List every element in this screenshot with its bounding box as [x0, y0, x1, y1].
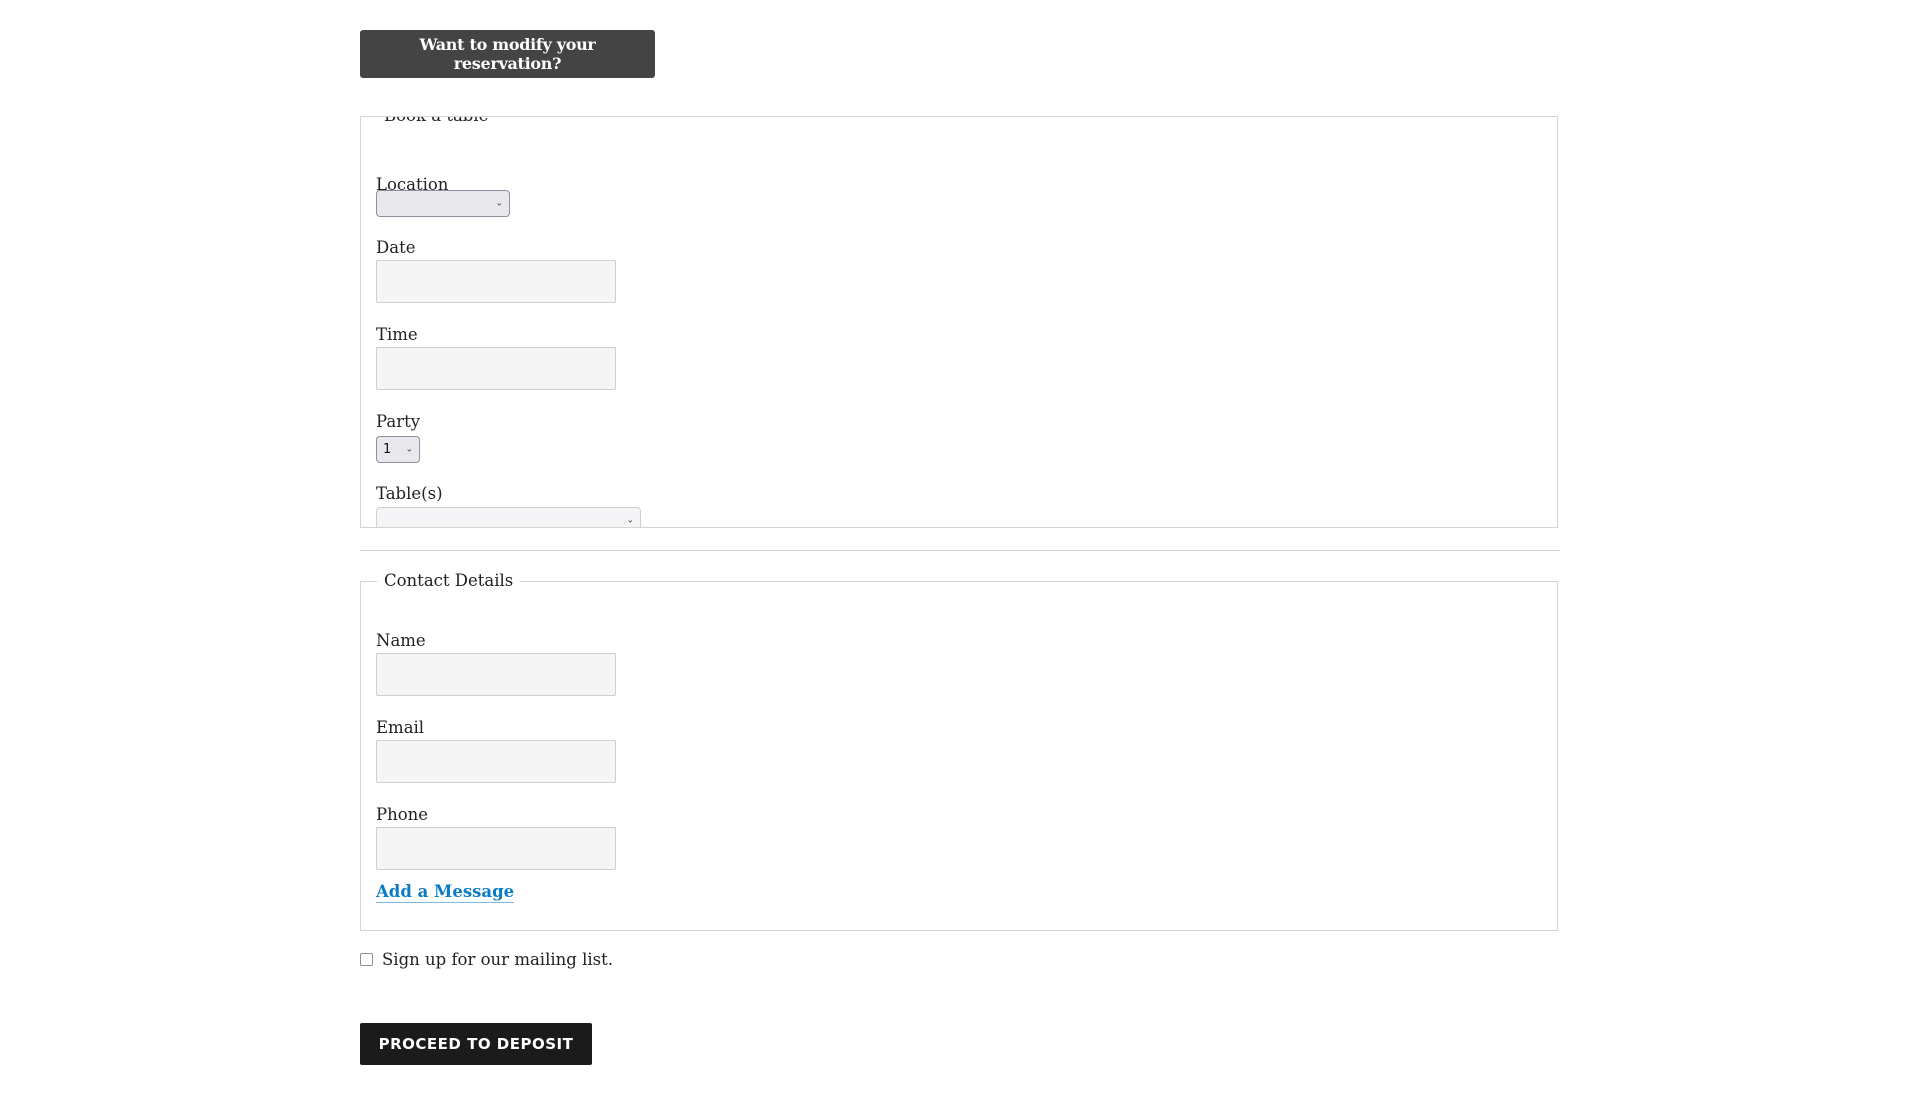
contact-details-legend: Contact Details [377, 570, 521, 592]
mailing-list-label: Sign up for our mailing list. [382, 950, 613, 969]
location-select[interactable]: ⌄ [376, 190, 510, 217]
contact-details-fieldset: Contact Details Name Email Phone Add a M… [360, 570, 1558, 931]
section-divider [360, 550, 1560, 551]
phone-label: Phone [376, 805, 429, 824]
time-label: Time [376, 325, 418, 344]
mailing-list-checkbox[interactable] [360, 953, 373, 966]
email-label: Email [376, 718, 425, 737]
party-label: Party [376, 412, 421, 431]
email-input[interactable] [376, 740, 616, 783]
name-label: Name [376, 631, 426, 650]
book-a-table-legend: Book a table [377, 117, 496, 127]
chevron-down-icon: ⌄ [495, 198, 503, 208]
chevron-down-icon: ⌄ [405, 444, 413, 454]
party-select[interactable]: 1 ⌄ [376, 436, 420, 463]
tables-select[interactable]: ⌄ [376, 507, 641, 527]
chevron-down-icon: ⌄ [626, 515, 634, 525]
party-selected-value: 1 [383, 442, 392, 457]
time-input[interactable] [376, 347, 616, 390]
name-input[interactable] [376, 653, 616, 696]
tables-label: Table(s) [376, 484, 443, 503]
add-message-link[interactable]: Add a Message [376, 882, 515, 903]
date-label: Date [376, 238, 416, 257]
date-input[interactable] [376, 260, 616, 303]
book-a-table-fieldset: Book a table Location ⌄ Date Time Party … [360, 116, 1558, 528]
modify-reservation-button[interactable]: Want to modify your reservation? [360, 30, 655, 78]
mailing-list-row: Sign up for our mailing list. [360, 950, 613, 969]
phone-input[interactable] [376, 827, 616, 870]
proceed-to-deposit-button[interactable]: PROCEED TO DEPOSIT [360, 1023, 592, 1065]
